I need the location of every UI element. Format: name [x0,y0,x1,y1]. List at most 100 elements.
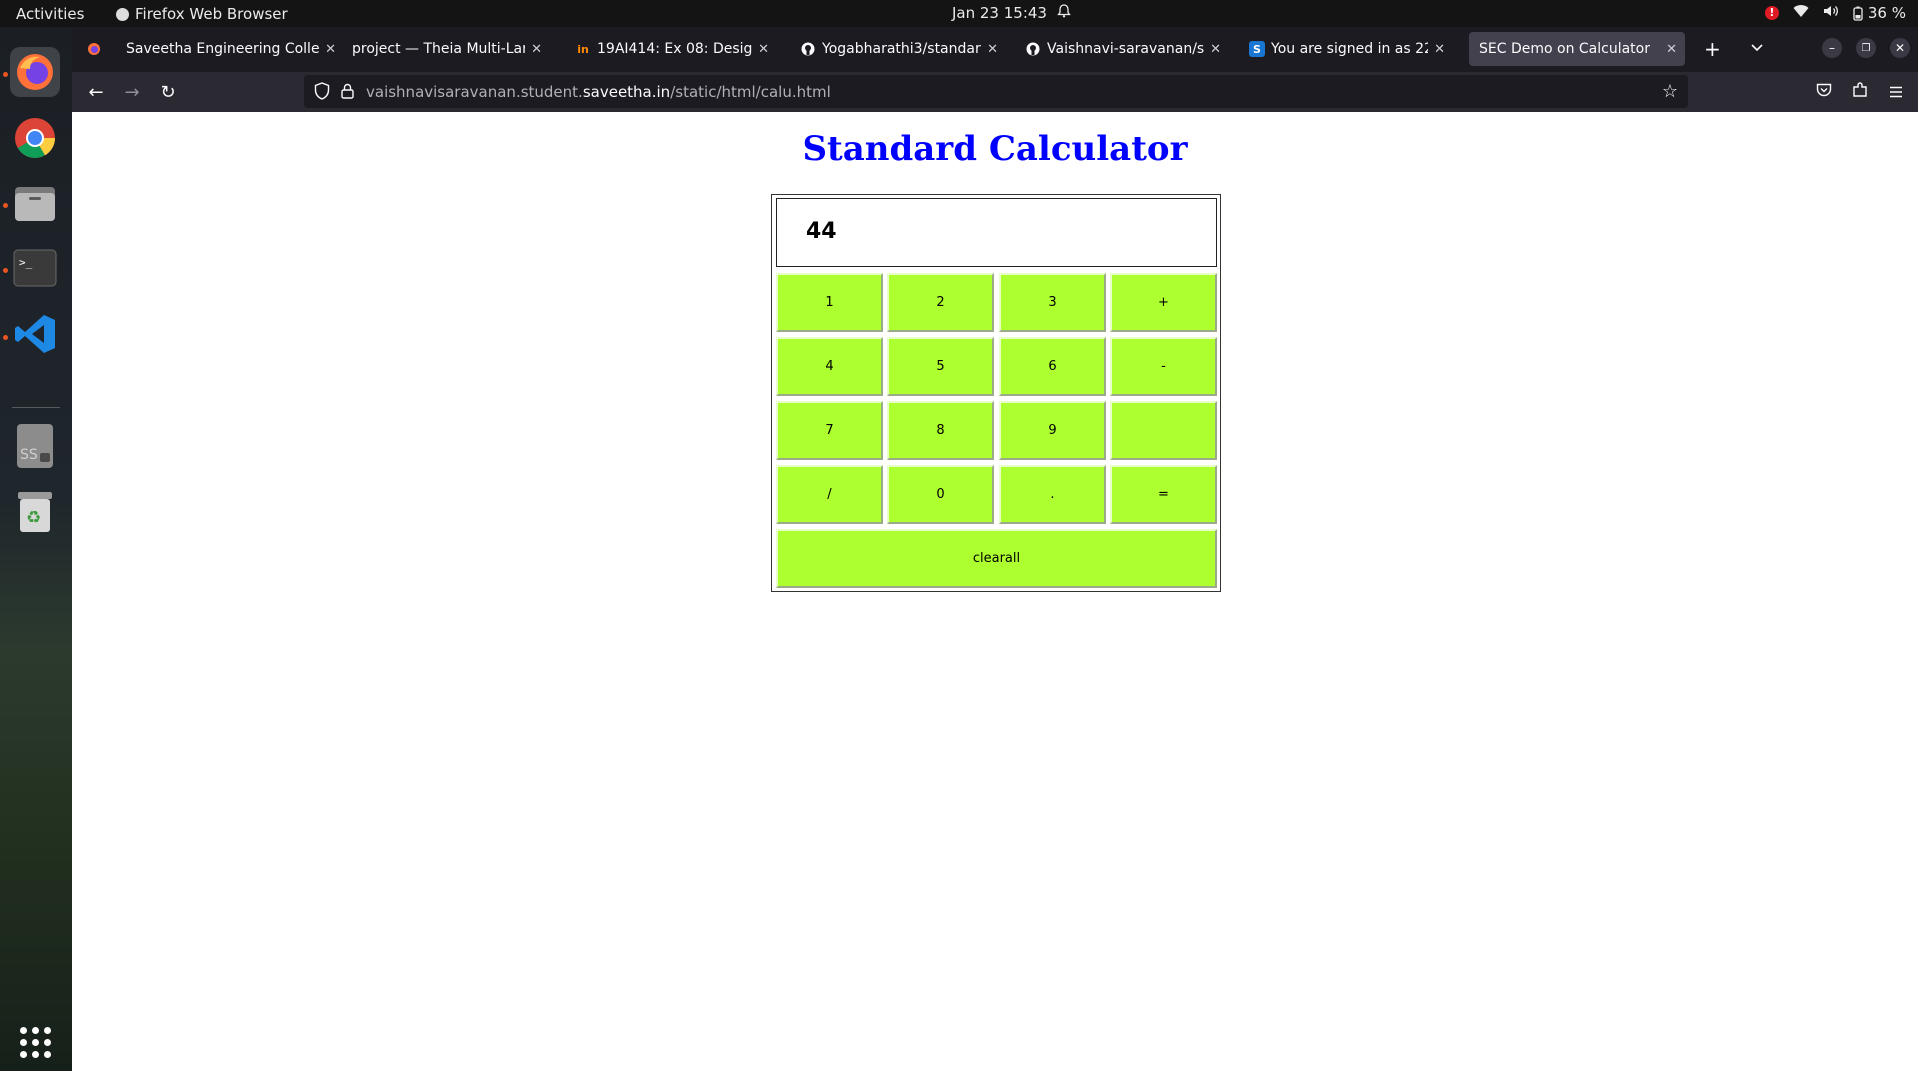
key-4[interactable]: 4 [776,337,883,396]
github-icon [800,41,816,57]
clock[interactable]: Jan 23 15:43 [952,4,1071,22]
chrome-icon[interactable] [10,113,60,163]
web-page: Standard Calculator 44 1 2 3 + 4 5 6 - 7… [72,112,1918,1071]
list-all-tabs-button[interactable] [1742,32,1772,66]
back-arrow-icon: ← [88,81,104,103]
puzzle-icon [1852,81,1868,103]
app-menu-button[interactable] [1884,80,1908,104]
tab-19ai414[interactable]: in 19AI414: Ex 08: Design of ✕ [567,32,777,66]
key-blank[interactable] [1110,401,1217,460]
battery-indicator: 36 % [1853,4,1906,22]
key-9[interactable]: 9 [999,401,1106,460]
ssd-drive-icon[interactable]: SS [10,421,60,471]
system-tray[interactable]: ! 36 % [1764,4,1906,22]
calculator: 44 1 2 3 + 4 5 6 - 7 8 9 / 0 . = clearal… [771,194,1221,592]
key-6[interactable]: 6 [999,337,1106,396]
url-path: /static/html/calu.html [670,83,831,101]
new-tab-button[interactable]: + [1696,32,1726,66]
key-8[interactable]: 8 [887,401,994,460]
tab-label: Saveetha Engineering College [126,41,320,57]
forward-button[interactable]: → [120,80,144,104]
key-decimal[interactable]: . [999,465,1106,524]
tab-close-icon[interactable]: ✕ [1434,42,1445,57]
tab-signed-in[interactable]: S You are signed in as 2200 ✕ [1241,32,1453,66]
chevron-down-icon [1750,41,1764,57]
tab-sec-demo-calculator[interactable]: SEC Demo on Calculator ✕ [1469,32,1685,66]
vscode-icon[interactable] [10,309,60,359]
tab-yogabharathi[interactable]: Yogabharathi3/standard- ✕ [792,32,1006,66]
firefox-view-button[interactable] [78,32,118,66]
tab-close-icon[interactable]: ✕ [325,42,336,57]
key-equals[interactable]: = [1110,465,1217,524]
url-bar[interactable]: vaishnavisaravanan.student.saveetha.in/s… [304,75,1688,108]
tab-close-icon[interactable]: ✕ [987,42,998,57]
volume-icon [1823,4,1839,22]
key-1[interactable]: 1 [776,273,883,332]
key-divide[interactable]: / [776,465,883,524]
tab-close-icon[interactable]: ✕ [1210,42,1221,57]
plus-icon: + [1704,37,1721,61]
reload-icon: ↻ [160,81,176,103]
clear-all-button[interactable]: clearall [776,529,1217,588]
show-apps-icon[interactable] [10,1017,60,1067]
firefox-icon[interactable] [10,47,60,97]
close-icon: ✕ [1894,41,1906,55]
files-icon[interactable] [10,178,60,228]
tab-label: You are signed in as 2200 [1271,41,1428,57]
shield-icon[interactable] [314,82,330,104]
running-indicator [3,72,8,77]
clock-text: Jan 23 15:43 [952,4,1047,22]
pocket-icon [1816,82,1832,103]
alert-icon[interactable]: ! [1764,6,1779,20]
key-0[interactable]: 0 [887,465,994,524]
hamburger-icon [1889,82,1903,103]
tab-bar: Saveetha Engineering College ✕ project —… [72,27,1918,72]
tab-vaishnavi-repo[interactable]: Vaishnavi-saravanan/stan ✕ [1017,32,1229,66]
tab-saveetha-college[interactable]: Saveetha Engineering College ✕ [118,32,344,66]
reload-button[interactable]: ↻ [156,80,180,104]
running-indicator [3,268,8,273]
tab-label: project — Theia Multi-Language [352,41,525,57]
svg-text:>_: >_ [19,256,33,269]
lock-icon[interactable] [341,83,354,103]
app-menu[interactable]: Firefox Web Browser [116,5,288,23]
page-title: Standard Calculator [802,129,1188,169]
key-3[interactable]: 3 [999,273,1106,332]
firefox-app-icon [116,7,129,21]
key-plus[interactable]: + [1110,273,1217,332]
key-7[interactable]: 7 [776,401,883,460]
tab-label: 19AI414: Ex 08: Design of [597,41,753,57]
firefox-view-icon [86,41,102,57]
svg-text:SS: SS [20,447,38,463]
tab-label: Yogabharathi3/standard- [822,41,982,57]
activities-button[interactable]: Activities [16,5,84,23]
bell-icon [1057,4,1071,22]
svg-text:♻: ♻ [26,508,41,528]
wifi-icon [1793,4,1809,22]
tab-theia[interactable]: project — Theia Multi-Language ✕ [344,32,550,66]
battery-icon [1853,6,1863,21]
terminal-icon[interactable]: >_ [10,243,60,293]
pocket-button[interactable] [1812,80,1836,104]
key-2[interactable]: 2 [887,273,994,332]
back-button[interactable]: ← [84,80,108,104]
running-indicator [3,203,8,208]
key-5[interactable]: 5 [887,337,994,396]
tab-close-icon[interactable]: ✕ [1666,42,1677,57]
close-window-button[interactable]: ✕ [1890,38,1910,58]
restore-button[interactable]: ❐ [1856,38,1876,58]
extensions-button[interactable] [1848,80,1872,104]
tab-close-icon[interactable]: ✕ [758,42,769,57]
dock-separator [12,407,60,408]
minimize-icon: – [1829,41,1835,55]
forward-arrow-icon: → [124,81,140,103]
key-minus[interactable]: - [1110,337,1217,396]
battery-percent: 36 % [1867,4,1906,22]
trash-icon[interactable]: ♻ [10,487,60,537]
calculator-display[interactable]: 44 [776,198,1217,267]
minimize-button[interactable]: – [1822,38,1842,58]
url-domain: saveetha.in [582,83,671,101]
bookmark-star-icon[interactable]: ☆ [1662,81,1678,102]
tab-close-icon[interactable]: ✕ [531,42,542,57]
url-text[interactable]: vaishnavisaravanan.student.saveetha.in/s… [366,83,831,101]
